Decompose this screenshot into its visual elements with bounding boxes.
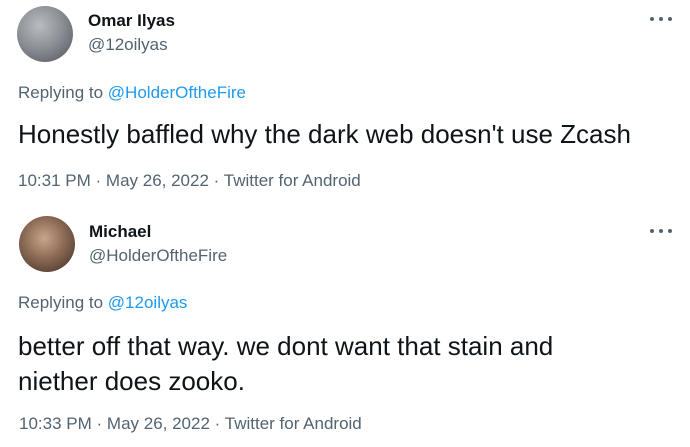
tweet-text: better off that way. we dont want that s… xyxy=(18,329,658,399)
tweet-source-link[interactable]: Twitter for Android xyxy=(224,171,361,190)
display-name[interactable]: Omar Ilyas xyxy=(88,11,175,31)
tweet-metadata: 10:31 PM · May 26, 2022 · Twitter for An… xyxy=(18,171,361,191)
tweet-date-link[interactable]: May 26, 2022 xyxy=(106,171,209,190)
replying-to-label: Replying to xyxy=(18,83,104,102)
replying-to-label: Replying to xyxy=(18,293,104,312)
meta-separator: · xyxy=(95,171,102,190)
replying-to-mention-link[interactable]: @12oilyas xyxy=(108,293,188,312)
tweet-michael[interactable]: Michael @HolderOftheFire Replying to @12… xyxy=(0,200,690,447)
user-handle[interactable]: @12oilyas xyxy=(88,35,168,55)
meta-separator: · xyxy=(214,414,221,433)
user-handle[interactable]: @HolderOftheFire xyxy=(89,246,227,266)
avatar[interactable] xyxy=(19,216,75,272)
display-name[interactable]: Michael xyxy=(89,222,151,242)
replying-to-line: Replying to @12oilyas xyxy=(18,293,187,313)
tweet-text-line: niether does zooko. xyxy=(18,366,245,396)
tweet-text: Honestly baffled why the dark web doesn'… xyxy=(18,119,631,149)
tweet-date-link[interactable]: May 26, 2022 xyxy=(107,414,210,433)
tweet-time-link[interactable]: 10:33 PM xyxy=(19,414,92,433)
replying-to-line: Replying to @HolderOftheFire xyxy=(18,83,246,103)
tweet-omar-ilyas[interactable]: Omar Ilyas @12oilyas Replying to @Holder… xyxy=(0,0,690,200)
avatar[interactable] xyxy=(17,6,73,62)
tweet-text-line: better off that way. we dont want that s… xyxy=(18,331,554,361)
meta-separator: · xyxy=(213,171,220,190)
more-horizontal-icon[interactable] xyxy=(650,226,672,236)
tweet-metadata: 10:33 PM · May 26, 2022 · Twitter for An… xyxy=(19,414,362,434)
tweet-time-link[interactable]: 10:31 PM xyxy=(18,171,91,190)
tweet-source-link[interactable]: Twitter for Android xyxy=(225,414,362,433)
meta-separator: · xyxy=(96,414,103,433)
replying-to-mention-link[interactable]: @HolderOftheFire xyxy=(108,83,246,102)
more-horizontal-icon[interactable] xyxy=(650,14,672,24)
